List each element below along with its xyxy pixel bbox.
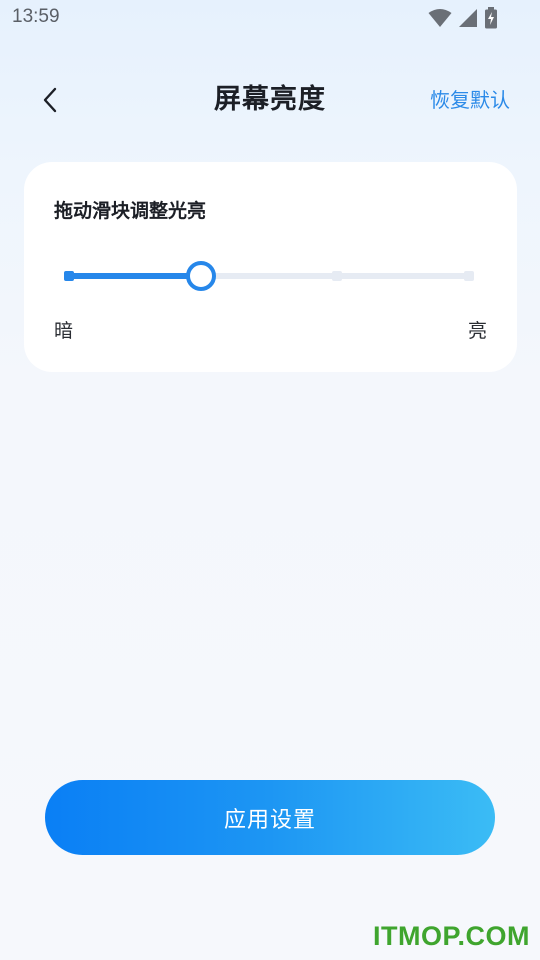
- card-title: 拖动滑块调整光亮: [54, 200, 207, 222]
- wifi-icon: [428, 9, 452, 27]
- watermark-logo: ITMOP.COM: [372, 921, 530, 951]
- back-button[interactable]: [30, 80, 70, 120]
- slider-max-label: 亮: [467, 320, 487, 342]
- chevron-left-icon: [43, 87, 57, 113]
- brightness-slider[interactable]: [64, 256, 474, 296]
- status-time: 13:59: [12, 6, 60, 27]
- status-icons: [428, 7, 498, 29]
- reset-default-button[interactable]: 恢复默认: [430, 84, 510, 116]
- slider-stop: [64, 271, 74, 281]
- slider-stop: [464, 271, 474, 281]
- slider-stop: [332, 271, 342, 281]
- cellular-signal-icon: [459, 9, 477, 27]
- slider-min-label: 暗: [54, 320, 74, 342]
- slider-fill: [64, 273, 201, 279]
- battery-charging-icon: [485, 7, 497, 29]
- slider-thumb[interactable]: [186, 261, 216, 291]
- brightness-card: 拖动滑块调整光亮 暗 亮: [24, 162, 517, 372]
- status-bar: 13:59: [0, 0, 540, 36]
- apply-settings-button[interactable]: 应用设置: [45, 780, 495, 855]
